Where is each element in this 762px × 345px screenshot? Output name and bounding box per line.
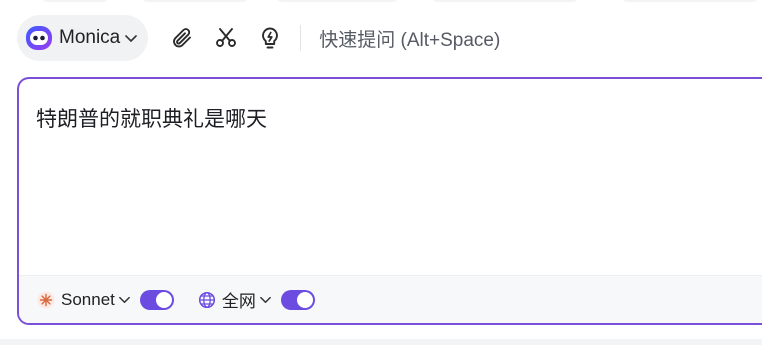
chevron-down-icon[interactable] [259, 293, 272, 306]
paperclip-icon [173, 28, 192, 48]
bottom-strip [0, 339, 762, 345]
lightbulb-icon [262, 27, 279, 49]
quick-ask-hint[interactable]: 快速提问 (Alt+Space) [319, 25, 500, 52]
toolbar-divider [300, 25, 302, 51]
model-selector[interactable]: Monica [17, 15, 149, 61]
model-toggle-switch[interactable] [139, 289, 174, 310]
model-name-label: Monica [59, 27, 121, 48]
attach-button[interactable] [166, 22, 198, 54]
toggle-knob [155, 291, 172, 308]
editor-footer: Sonnet 全网 [19, 275, 762, 323]
globe-icon [198, 291, 215, 308]
web-search-toggle-switch[interactable] [280, 289, 315, 310]
web-search-label[interactable]: 全网 [222, 287, 256, 312]
chevron-down-icon[interactable] [118, 293, 131, 306]
composer-toolbar: Monica 快速提问 (Alt+Space) [17, 14, 500, 62]
model-toggle-group: Sonnet [37, 289, 174, 310]
scissors-icon [216, 28, 237, 47]
web-search-toggle-group: 全网 [198, 287, 315, 312]
model-toggle-label[interactable]: Sonnet [61, 290, 115, 310]
prompt-library-button[interactable] [254, 22, 286, 54]
monica-logo-icon [26, 26, 52, 50]
toggle-knob [296, 291, 313, 308]
prompt-editor[interactable]: 特朗普的就职典礼是哪天 Sonnet 全网 [17, 77, 762, 325]
claude-sparkle-icon [37, 291, 55, 308]
chat-composer-page: Monica 快速提问 (Alt+Space) 特朗普的就职典礼是哪天 Sonn… [0, 0, 762, 345]
top-tab-edges [0, 0, 762, 2]
prompt-input-text[interactable]: 特朗普的就职典礼是哪天 [36, 103, 267, 133]
screenshot-button[interactable] [210, 22, 242, 54]
chevron-down-icon [125, 35, 138, 42]
